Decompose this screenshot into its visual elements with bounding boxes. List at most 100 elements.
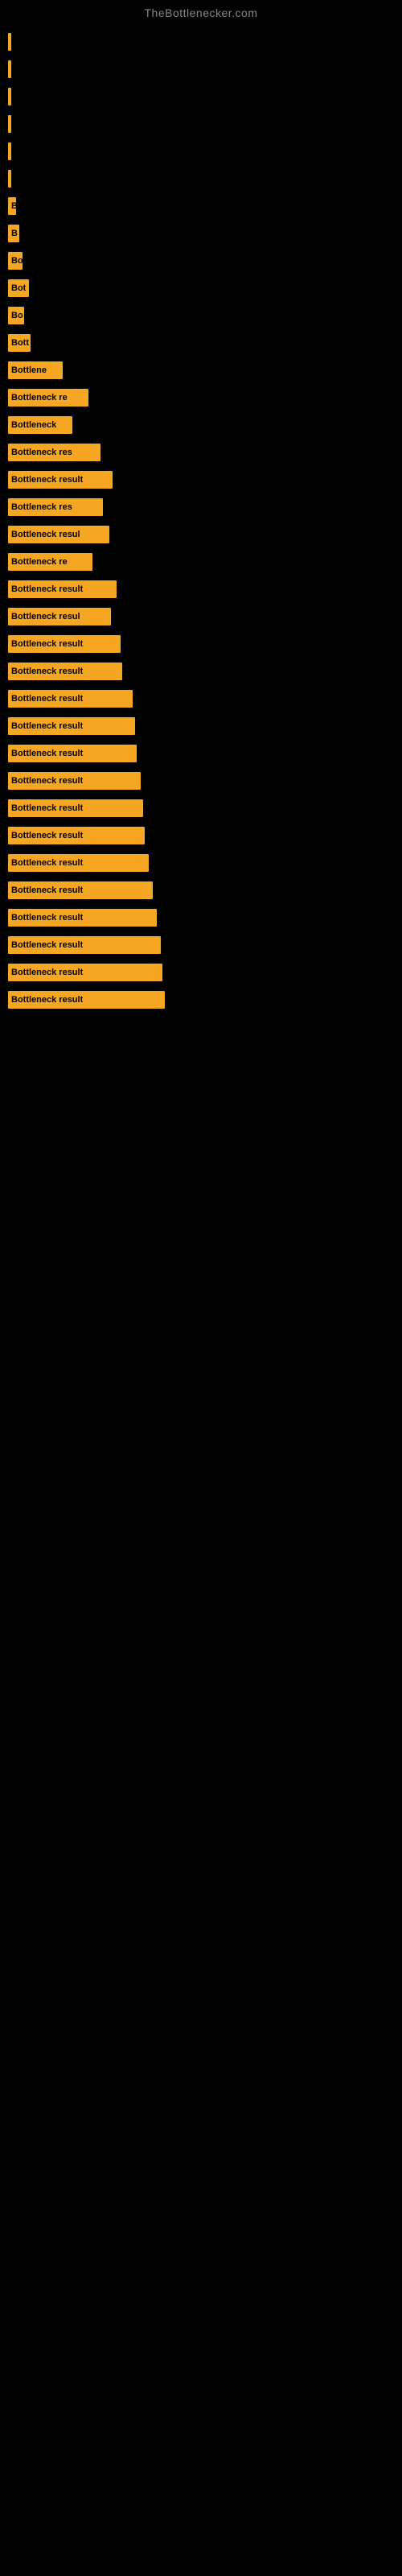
bar-label-33: Bottleneck result (11, 913, 83, 923)
bar-row: Bott (8, 332, 394, 354)
bar-31: Bottleneck result (8, 854, 149, 872)
bar-12: Bott (8, 334, 31, 352)
bar-row: Bottleneck resul (8, 605, 394, 628)
bar-3 (8, 88, 11, 105)
bar-32: Bottleneck result (8, 881, 153, 899)
bar-row: Bottleneck res (8, 441, 394, 464)
bar-label-29: Bottleneck result (11, 803, 83, 813)
bar-row: Bottleneck result (8, 934, 394, 956)
bar-row: Bottleneck result (8, 906, 394, 929)
bar-row (8, 167, 394, 190)
bar-label-18: Bottleneck res (11, 502, 72, 512)
bar-24: Bottleneck result (8, 663, 122, 680)
bar-row: Bottleneck result (8, 687, 394, 710)
bar-row: Bottleneck result (8, 797, 394, 819)
bar-row: Bottleneck result (8, 633, 394, 655)
bar-20: Bottleneck re (8, 553, 92, 571)
bar-4 (8, 115, 11, 133)
bar-label-25: Bottleneck result (11, 694, 83, 704)
bar-label-28: Bottleneck result (11, 776, 83, 786)
bar-row: B (8, 222, 394, 245)
bar-17: Bottleneck result (8, 471, 113, 489)
bar-11: Bo (8, 307, 24, 324)
bar-label-32: Bottleneck result (11, 886, 83, 895)
bar-row: Bottleneck result (8, 770, 394, 792)
bar-row: Bottleneck result (8, 989, 394, 1011)
bar-29: Bottleneck result (8, 799, 143, 817)
bar-26: Bottleneck result (8, 717, 135, 735)
bar-25: Bottleneck result (8, 690, 133, 708)
bar-10: Bot (8, 279, 29, 297)
bar-row: Bottleneck result (8, 824, 394, 847)
page-container: TheBottlenecker.com B B Bo Bot Bo Bott Bottlen… (0, 0, 402, 1024)
bar-label-11: Bo (11, 311, 23, 320)
bar-label-30: Bottleneck result (11, 831, 83, 840)
bar-2 (8, 60, 11, 78)
bar-21: Bottleneck result (8, 580, 117, 598)
bar-label-34: Bottleneck result (11, 940, 83, 950)
bar-row: Bottleneck resul (8, 523, 394, 546)
bar-row: B (8, 195, 394, 217)
bar-7: B (8, 197, 16, 215)
bar-row (8, 113, 394, 135)
bar-15: Bottleneck (8, 416, 72, 434)
bar-label-13: Bottlene (11, 365, 47, 375)
bar-row: Bottleneck res (8, 496, 394, 518)
bar-row (8, 58, 394, 80)
bar-35: Bottleneck result (8, 964, 162, 981)
bar-18: Bottleneck res (8, 498, 103, 516)
bar-row: Bottleneck result (8, 961, 394, 984)
bar-label-36: Bottleneck result (11, 995, 83, 1005)
bar-label-7: B (11, 201, 16, 211)
bar-30: Bottleneck result (8, 827, 145, 844)
bar-label-14: Bottleneck re (11, 393, 68, 402)
bar-label-8: B (11, 229, 18, 238)
bar-14: Bottleneck re (8, 389, 88, 407)
bar-22: Bottleneck resul (8, 608, 111, 625)
bar-row (8, 85, 394, 108)
bars-container: B B Bo Bot Bo Bott Bottlene Bottleneck re Bottle… (0, 23, 402, 1024)
bar-34: Bottleneck result (8, 936, 161, 954)
bar-row: Bo (8, 250, 394, 272)
bar-label-35: Bottleneck result (11, 968, 83, 977)
bar-23: Bottleneck result (8, 635, 121, 653)
bar-row: Bo (8, 304, 394, 327)
bar-row: Bot (8, 277, 394, 299)
bar-label-22: Bottleneck resul (11, 612, 80, 621)
bar-row: Bottleneck result (8, 715, 394, 737)
bar-label-17: Bottleneck result (11, 475, 83, 485)
bar-label-21: Bottleneck result (11, 584, 83, 594)
bar-label-27: Bottleneck result (11, 749, 83, 758)
bar-label-23: Bottleneck result (11, 639, 83, 649)
bar-label-15: Bottleneck (11, 420, 56, 430)
bar-13: Bottlene (8, 361, 63, 379)
bar-row: Bottleneck result (8, 879, 394, 902)
bar-row: Bottleneck result (8, 469, 394, 491)
bar-row (8, 140, 394, 163)
bar-5 (8, 142, 11, 160)
bar-label-31: Bottleneck result (11, 858, 83, 868)
bar-label-26: Bottleneck result (11, 721, 83, 731)
bar-8: B (8, 225, 19, 242)
bar-label-24: Bottleneck result (11, 667, 83, 676)
bar-1 (8, 33, 11, 51)
bar-label-12: Bott (11, 338, 29, 348)
bar-33: Bottleneck result (8, 909, 157, 927)
bar-row (8, 31, 394, 53)
bar-label-16: Bottleneck res (11, 448, 72, 457)
bar-label-10: Bot (11, 283, 26, 293)
bar-6 (8, 170, 11, 188)
bar-row: Bottlene (8, 359, 394, 382)
bar-label-20: Bottleneck re (11, 557, 68, 567)
bar-16: Bottleneck res (8, 444, 100, 461)
bar-row: Bottleneck result (8, 742, 394, 765)
bar-label-9: Bo (11, 256, 23, 266)
bar-row: Bottleneck result (8, 578, 394, 601)
bar-row: Bottleneck (8, 414, 394, 436)
bar-row: Bottleneck re (8, 551, 394, 573)
site-title: TheBottlenecker.com (0, 0, 402, 23)
bar-36: Bottleneck result (8, 991, 165, 1009)
bar-row: Bottleneck result (8, 660, 394, 683)
bar-label-19: Bottleneck resul (11, 530, 80, 539)
bar-9: Bo (8, 252, 23, 270)
